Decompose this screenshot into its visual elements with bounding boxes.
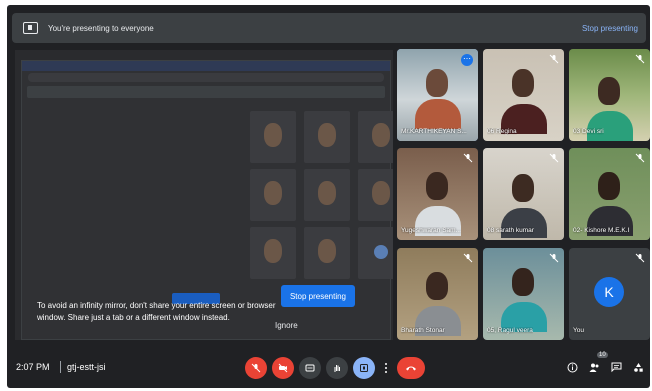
mini-tile [358,111,393,163]
participant-tile[interactable]: Yugeshwaran Sam... [397,148,478,240]
mic-off-icon [635,54,645,64]
mic-off-icon [635,253,645,263]
activities-button[interactable] [631,360,645,374]
mini-presenting-banner [27,86,385,98]
stop-presenting-link[interactable]: Stop presenting [582,24,638,33]
mini-browser-tabs [22,61,390,71]
more-options-icon[interactable]: ⋯ [461,54,473,66]
present-screen-button[interactable] [353,357,375,379]
mic-off-icon [549,253,559,263]
toolbar-divider [60,361,61,373]
participant-tile[interactable]: 05, Ragul veera [483,248,564,340]
mini-tile [358,227,393,279]
people-icon [589,363,598,372]
participant-tile[interactable]: 02- Kishore M.E.K.I [569,148,650,240]
meet-window: You're presenting to everyone Stop prese… [7,5,650,388]
participant-tile-self[interactable]: K You [569,248,650,340]
stop-presenting-button[interactable]: Stop presenting [281,285,355,307]
participant-name: 02- Kishore M.E.K.I [573,227,630,234]
participant-name: 05, Ragul veera [487,327,533,334]
mini-tile [304,227,350,279]
participant-tile[interactable]: 03 Devi sri [569,49,650,141]
participant-name: Mr.KARTHIKEYAN S... [401,128,467,135]
mini-tile [358,169,393,221]
activities-icon [633,362,643,372]
participant-tile[interactable]: Bharath Stonar [397,248,478,340]
participant-name: Bharath Stonar [401,327,445,334]
mini-tile [304,169,350,221]
chat-button[interactable] [609,360,623,374]
participant-tile[interactable]: 08 sarath kumar [483,148,564,240]
participant-name: 03 Devi sri [573,128,604,135]
more-options-button[interactable] [380,357,392,379]
info-icon [567,362,577,372]
mic-off-icon [463,153,473,163]
participant-name: 08 sarath kumar [487,227,534,234]
hang-up-icon [406,366,416,371]
raise-hand-button[interactable] [326,357,348,379]
meeting-info-button[interactable] [565,360,579,374]
camera-toggle-button[interactable] [272,357,294,379]
people-count-badge: 10 [597,352,608,358]
infinity-mirror-warning: To avoid an infinity mirror, don't share… [37,301,276,322]
mini-tile [250,169,296,221]
mic-off-icon [251,363,261,373]
camera-off-icon [278,363,288,373]
mini-tile [304,111,350,163]
mic-off-icon [463,253,473,263]
chat-icon [611,362,621,372]
mini-tile [250,111,296,163]
mic-toggle-button[interactable] [245,357,267,379]
presenting-banner-text: You're presenting to everyone [48,23,154,33]
mic-off-icon [549,54,559,64]
presenting-banner: You're presenting to everyone Stop prese… [12,13,646,43]
present-icon [360,364,368,372]
participant-tile[interactable]: 06 Regina [483,49,564,141]
hand-icon [334,365,340,372]
bottom-toolbar: 2:07 PM gtj-estt-jsi 10 [7,350,650,388]
mini-browser-url [28,73,384,82]
captions-icon [305,364,315,372]
ignore-button[interactable]: Ignore [275,321,298,330]
more-vert-icon [385,363,387,373]
mic-off-icon [549,153,559,163]
participant-name: Yugeshwaran Sam... [401,227,461,234]
participant-name: 06 Regina [487,128,517,135]
meeting-code: gtj-estt-jsi [67,362,106,372]
captions-button[interactable] [299,357,321,379]
participant-name: You [573,327,584,334]
present-screen-icon [23,22,38,34]
user-avatar: K [594,277,624,307]
people-button[interactable] [587,360,601,374]
mic-off-icon [635,153,645,163]
meeting-time: 2:07 PM [16,362,50,372]
mini-tile [250,227,296,279]
leave-call-button[interactable] [397,357,425,379]
participant-tile[interactable]: ⋯ Mr.KARTHIKEYAN S... [397,49,478,141]
